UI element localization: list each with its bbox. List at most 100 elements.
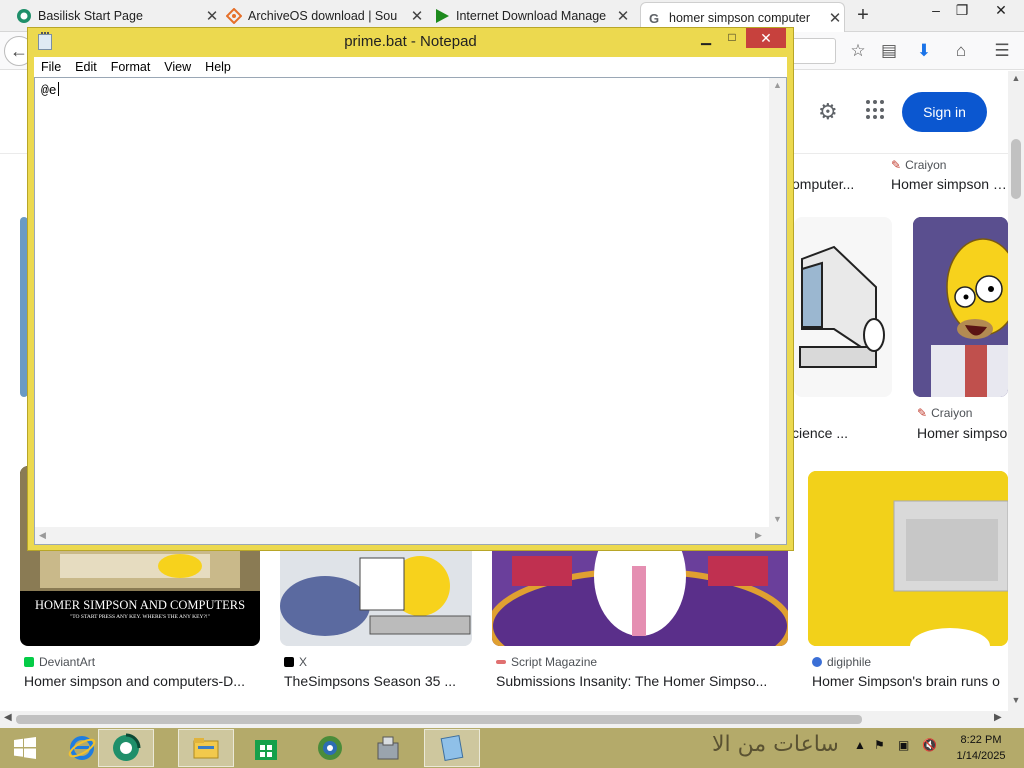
notepad-title-bar[interactable]: prime.bat - Notepad ▁ □ ✕ (28, 28, 793, 56)
scroll-down-icon[interactable]: ▼ (773, 514, 782, 524)
browser-close-button[interactable]: ✕ (988, 2, 1014, 19)
downloads-icon[interactable]: ⬇ (912, 39, 936, 63)
image-caption[interactable]: Homer simpson wo (891, 176, 1008, 192)
clock-time: 8:22 PM (960, 734, 1002, 746)
browser-maximize-button[interactable]: ❐ (949, 2, 975, 19)
menu-help[interactable]: Help (198, 60, 238, 74)
image-source[interactable]: DeviantArt (24, 655, 95, 669)
close-tab-icon[interactable]: ✕ (408, 7, 426, 25)
vertical-scrollbar[interactable]: ▲ ▼ (1008, 71, 1024, 711)
close-tab-icon[interactable]: ✕ (826, 9, 844, 27)
wallpaper-arabic-text: ساعات من الا (712, 732, 839, 757)
clock-date: 1/14/2025 (956, 750, 1006, 762)
file-explorer-taskbar-button[interactable] (178, 729, 234, 767)
image-caption[interactable]: Submissions Insanity: The Homer Simpso..… (496, 673, 784, 689)
google-apps-icon[interactable] (866, 100, 886, 120)
resize-grip-icon[interactable] (769, 527, 786, 544)
home-icon[interactable]: ⌂ (949, 39, 973, 63)
basilisk-icon (113, 733, 141, 761)
close-tab-icon[interactable]: ✕ (203, 7, 221, 25)
scroll-right-icon[interactable]: ▶ (755, 530, 762, 541)
basilisk-icon (16, 8, 32, 24)
notepad-app-icon (440, 735, 464, 761)
notepad-content: @e (41, 82, 59, 98)
menu-hamburger-icon[interactable]: ☰ (990, 39, 1014, 63)
image-thumbnail-digiphile[interactable] (808, 471, 1008, 646)
horizontal-scrollbar[interactable]: ◀ ▶ (0, 711, 1024, 728)
notepad-vertical-scrollbar[interactable]: ▲ ▼ (769, 78, 786, 527)
image-source[interactable]: Script Magazine (496, 655, 597, 669)
tab-archiveos[interactable]: ArchiveOS download | Sou ✕ (226, 2, 426, 30)
notepad-text-area[interactable]: @e ▲ ▼ ◀ ▶ (34, 77, 787, 545)
menu-format[interactable]: Format (104, 60, 158, 74)
horizontal-scroll-thumb[interactable] (16, 715, 862, 724)
menu-file[interactable]: File (34, 60, 68, 74)
image-caption[interactable]: Homer simpson and computers-D... (24, 673, 260, 689)
pencil-icon: ✎ (917, 406, 928, 420)
bookmark-star-icon[interactable]: ☆ (846, 39, 870, 63)
installer-taskbar-button[interactable] (360, 729, 416, 767)
image-subtitle: "TO START PRESS ANY KEY. WHERE'S THE ANY… (70, 614, 210, 620)
show-hidden-icons-icon[interactable]: ▲ (854, 738, 866, 752)
settings-gear-icon[interactable]: ⚙ (818, 99, 838, 125)
image-source[interactable]: X (284, 655, 307, 669)
image-thumbnail-homer[interactable] (913, 217, 1008, 397)
volume-muted-icon[interactable]: 🔇 (922, 738, 937, 752)
image-caption[interactable]: Homer simpso (917, 425, 1008, 441)
google-icon: G (647, 10, 663, 26)
internet-explorer-icon (68, 736, 96, 760)
image-caption[interactable]: TheSimpsons Season 35 ... (284, 673, 472, 689)
installer-icon (377, 736, 399, 760)
tab-title: homer simpson computer (669, 10, 811, 25)
vertical-scroll-thumb[interactable] (1011, 139, 1021, 199)
image-source[interactable]: ✎ Craiyon (917, 406, 972, 420)
store-icon (255, 740, 277, 760)
close-tab-icon[interactable]: ✕ (614, 7, 632, 25)
scroll-up-icon[interactable]: ▲ (1008, 73, 1024, 83)
store-taskbar-button[interactable] (238, 729, 294, 767)
image-source[interactable]: digiphile (812, 655, 871, 669)
notepad-close-button[interactable]: ✕ (746, 28, 786, 48)
network-icon[interactable]: ▣ (898, 738, 909, 752)
digiphile-icon (812, 657, 822, 667)
windows-logo-icon (14, 737, 36, 759)
deviantart-icon (24, 657, 34, 667)
scroll-down-icon[interactable]: ▼ (1008, 695, 1024, 705)
image-caption[interactable]: Homer Simpson's brain runs o (812, 673, 1008, 689)
idm-icon (434, 8, 450, 24)
scroll-left-icon[interactable]: ◀ (39, 530, 46, 541)
scroll-left-icon[interactable]: ◀ (4, 712, 12, 723)
browser-minimize-button[interactable]: – (923, 2, 949, 18)
reading-list-icon[interactable]: ▤ (877, 39, 901, 63)
image-thumbnail-computer[interactable] (794, 217, 892, 397)
tab-basilisk-start[interactable]: Basilisk Start Page ✕ (16, 2, 221, 30)
action-center-flag-icon[interactable]: ⚑ (874, 738, 885, 752)
x-icon (284, 657, 294, 667)
scroll-right-icon[interactable]: ▶ (994, 712, 1002, 723)
globe-icon (318, 736, 342, 760)
notepad-window[interactable]: prime.bat - Notepad ▁ □ ✕ File Edit Form… (27, 27, 794, 551)
notepad-minimize-button[interactable]: ▁ (693, 30, 719, 48)
menu-view[interactable]: View (157, 60, 198, 74)
scroll-up-icon[interactable]: ▲ (773, 80, 782, 90)
browser-taskbar-button[interactable] (302, 729, 358, 767)
start-button[interactable] (0, 729, 50, 767)
notepad-maximize-button[interactable]: □ (719, 30, 745, 48)
notepad-horizontal-scrollbar[interactable]: ◀ ▶ (35, 527, 769, 544)
new-tab-button[interactable]: + (852, 4, 874, 27)
system-clock[interactable]: 8:22 PM 1/14/2025 (948, 732, 1014, 764)
notepad-taskbar-button[interactable] (424, 729, 480, 767)
menu-edit[interactable]: Edit (68, 60, 104, 74)
svg-text:G: G (649, 11, 659, 26)
image-caption[interactable]: omputer... (792, 176, 872, 192)
tab-title: Internet Download Manage (456, 9, 607, 23)
image-caption[interactable]: cience ... (792, 425, 872, 441)
computer-illustration (799, 245, 885, 368)
image-source[interactable]: ✎ Craiyon (891, 158, 946, 172)
basilisk-taskbar-button[interactable] (98, 729, 154, 767)
text-cursor (57, 82, 59, 96)
sign-in-button[interactable]: Sign in (902, 92, 987, 132)
tab-internet-download-manager[interactable]: Internet Download Manage ✕ (434, 2, 632, 30)
taskbar: ساعات من الا ▲ ⚑ ▣ 🔇 8:22 PM 1/14/2025 (0, 728, 1024, 768)
notepad-menu-bar: File Edit Format View Help (34, 57, 787, 77)
